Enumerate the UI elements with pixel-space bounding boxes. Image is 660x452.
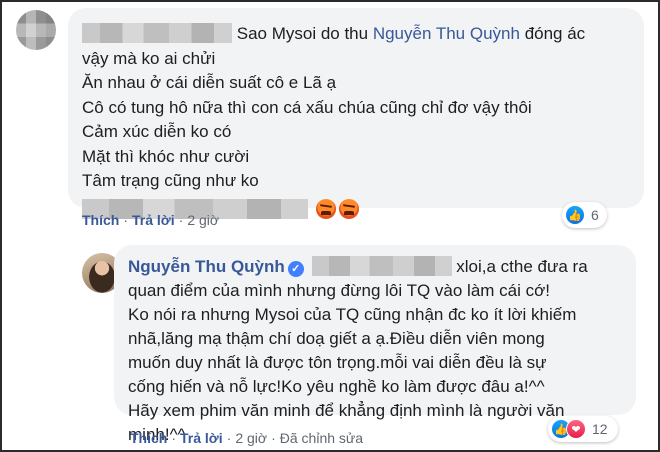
edited-label[interactable]: Đã chỉnh sửa	[280, 430, 363, 446]
reply-link[interactable]: Trả lời	[180, 430, 223, 446]
comment-line: Cảm xúc diễn ko có	[82, 122, 232, 141]
reaction-summary[interactable]: 👍 6	[562, 202, 607, 228]
reaction-count: 6	[591, 207, 599, 223]
author-name[interactable]: Nguyễn Thu Quỳnh	[128, 257, 285, 276]
comment-body: Sao Mysoi do thu Nguyễn Thu Quỳnh đóng á…	[82, 22, 632, 222]
reply-actions: Thích · Trả lời · 2 giờ · Đã chỉnh sửa	[130, 430, 364, 446]
like-link[interactable]: Thích	[130, 430, 167, 446]
comment-thread: Sao Mysoi do thu Nguyễn Thu Quỳnh đóng á…	[0, 0, 660, 452]
angry-emoji-icon	[338, 198, 359, 219]
reply-line: Ko nói ra nhưng Mysoi của TQ cũng nhận đ…	[128, 305, 577, 324]
reaction-count: 12	[592, 421, 608, 437]
timestamp[interactable]: 2 giờ	[235, 430, 267, 446]
reply-line: xloi,a cthe đưa ra	[456, 257, 588, 276]
comment-lead-text: Sao Mysoi do thu	[236, 24, 369, 43]
timestamp[interactable]: 2 giờ	[187, 212, 219, 228]
comment-lead-suffix: đóng ác	[524, 24, 586, 43]
reply-line: nhã,lăng mạ thậm chí doạ giết a ạ.Điều d…	[128, 329, 545, 348]
verified-badge-icon: ✓	[287, 261, 304, 277]
reply-line: muốn duy nhất là được tôn trọng.mỗi vai …	[128, 353, 547, 372]
reaction-summary[interactable]: 👍 ❤ 12	[548, 416, 618, 442]
reply-bubble: Nguyễn Thu Quỳnh ✓ xloi,a cthe đưa ra qua…	[114, 245, 636, 444]
comment-line: vậy mà ko ai chửi	[82, 48, 216, 68]
reply-body: Nguyễn Thu Quỳnh ✓ xloi,a cthe đưa ra qua…	[128, 255, 626, 447]
comment-line: Mặt thì khóc như cười	[82, 146, 250, 166]
comment-actions: Thích · Trả lời · 2 giờ	[82, 212, 220, 228]
angry-emoji-icon	[315, 198, 336, 219]
comment-bubble: Sao Mysoi do thu Nguyễn Thu Quỳnh đóng á…	[68, 8, 644, 219]
mention-link[interactable]: Nguyễn Thu Quỳnh	[373, 24, 520, 43]
reply-line: quan điểm của mình nhưng đừng lôi TQ vào…	[128, 281, 550, 300]
like-icon: 👍	[565, 205, 585, 225]
comment-line: Cô có tung hô nữa thì con cá xấu chúa cũ…	[82, 97, 532, 117]
like-link[interactable]: Thích	[82, 212, 119, 228]
love-icon: ❤	[566, 419, 586, 439]
comment-line: Tâm trạng cũng như ko	[82, 171, 259, 190]
reply-link[interactable]: Trả lời	[132, 212, 175, 228]
blurred-name	[82, 23, 232, 43]
avatar[interactable]	[16, 10, 56, 50]
reply-line: cống hiến và nỗ lực!Ko yêu nghề ko làm đ…	[128, 377, 545, 396]
blurred-name	[311, 256, 452, 276]
comment-line: Ăn nhau ở cái diễn suất cô e Lã ạ	[82, 73, 337, 92]
